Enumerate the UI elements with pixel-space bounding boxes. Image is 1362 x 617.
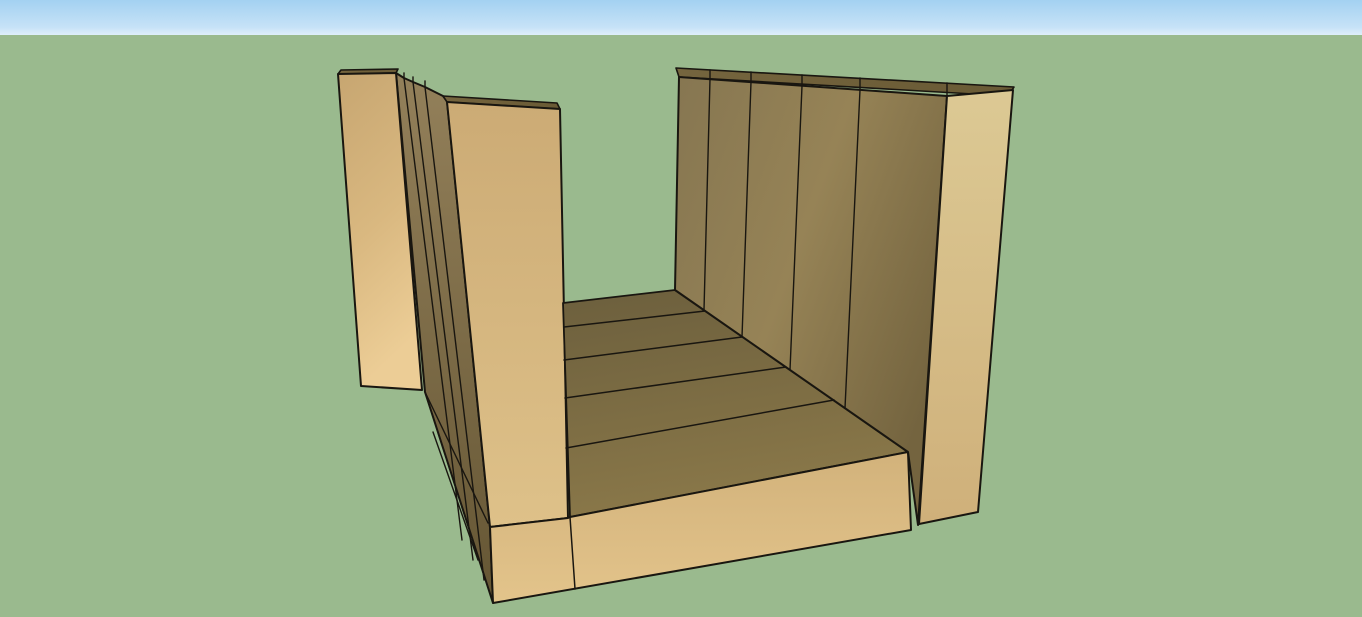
model-canvas[interactable] bbox=[0, 0, 1362, 617]
sky bbox=[0, 0, 1362, 36]
3d-viewport[interactable] bbox=[0, 0, 1362, 617]
